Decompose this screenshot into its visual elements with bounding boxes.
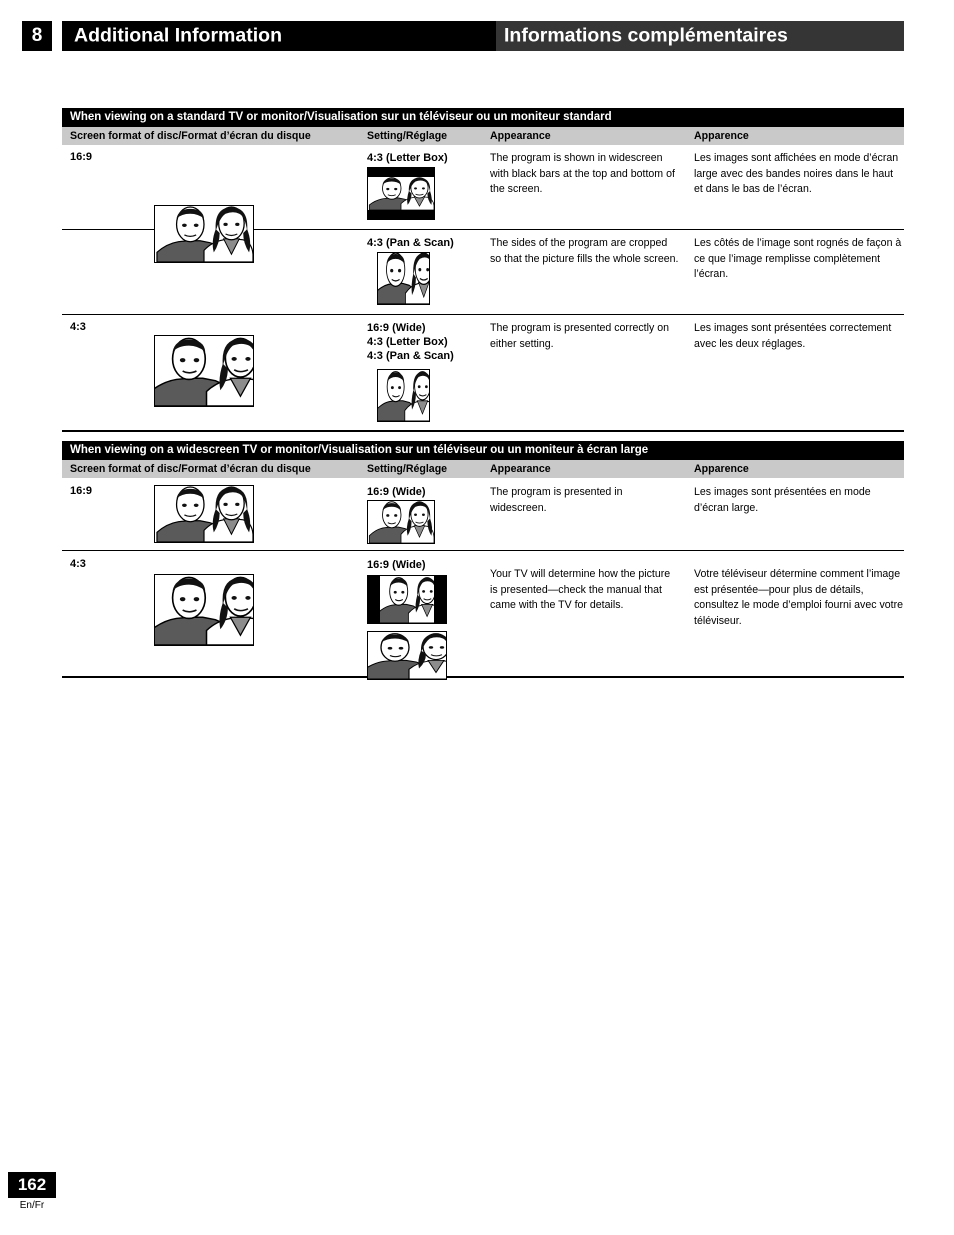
people-illustration: [368, 177, 434, 210]
people-illustration: [155, 486, 253, 542]
format-label: 16:9: [70, 151, 93, 163]
picture-result-stretched: [367, 631, 447, 680]
apparence-text: Les côtés de l’image sont rognés de faço…: [694, 237, 902, 280]
column-header-appearance: Appearance: [490, 130, 551, 142]
table-row: 16:9 4:3 (Letter Box) The program is sho…: [62, 145, 904, 263]
table-widescreen-tv: When viewing on a widescreen TV or monit…: [62, 441, 904, 680]
title-bar-english: Additional Information: [62, 21, 496, 51]
picture-pan-and-scan: [377, 252, 430, 305]
column-header-setting: Setting/Réglage: [367, 463, 448, 475]
setting-label: 16:9 (Wide): [367, 486, 426, 498]
table-row: 4:3 16:9 (Wide) 4:3 (Letter Box) 4:3 (Pa…: [62, 315, 904, 432]
section-band-standard: When viewing on a standard TV or monitor…: [62, 108, 904, 127]
page-title-english: Additional Information: [74, 24, 282, 47]
table-row: 16:9 16:9 (Wide) The program is presente…: [62, 478, 904, 551]
appearance-text: The program is presented in widescreen.: [490, 486, 623, 514]
setting-label: 16:9 (Wide): [367, 559, 426, 571]
setting-label: 4:3 (Pan & Scan): [367, 237, 454, 249]
column-header-row-widescreen: Screen format of disc/Format d’écran du …: [62, 460, 904, 478]
section-band-widescreen: When viewing on a widescreen TV or monit…: [62, 441, 904, 460]
page-language-label: En/Fr: [19, 1200, 45, 1211]
people-illustration: [368, 632, 446, 679]
column-header-apparence: Apparence: [694, 463, 749, 475]
people-illustration: [378, 370, 429, 421]
people-illustration: [368, 501, 434, 543]
page-header: 8 Additional Information Informations co…: [0, 21, 954, 51]
appearance-text: The sides of the program are cropped so …: [490, 237, 679, 265]
setting-label: 4:3 (Letter Box): [367, 152, 448, 164]
column-header-setting: Setting/Réglage: [367, 130, 448, 142]
format-label: 4:3: [70, 558, 86, 570]
column-header-apparence: Apparence: [694, 130, 749, 142]
format-label: 16:9: [70, 485, 93, 497]
page-number-badge: 162: [8, 1172, 56, 1198]
picture-result-pillarbox: [367, 575, 447, 624]
picture-result-4-3: [377, 369, 430, 422]
column-header-format: Screen format of disc/Format d’écran du …: [70, 463, 311, 475]
table-row: 4:3 16:9 (Wide) Your TV will determine h…: [62, 551, 904, 680]
apparence-text: Les images sont présentées en mode d’écr…: [694, 486, 871, 514]
apparence-text: Les images sont affichées en mode d’écra…: [694, 152, 899, 195]
picture-result-widescreen: [367, 500, 435, 544]
page-title-french: Informations complémentaires: [504, 24, 788, 47]
picture-source-4-3: [154, 335, 254, 407]
appearance-text: Your TV will determine how the picture i…: [490, 568, 671, 611]
setting-label-2: 4:3 (Letter Box): [367, 336, 448, 348]
table-row: 4:3 (Pan & Scan) The sides of the progra…: [62, 230, 904, 315]
title-bar-french: Informations complémentaires: [496, 21, 904, 51]
appearance-text: The program is presented correctly on ei…: [490, 322, 669, 350]
table-standard-tv: When viewing on a standard TV or monitor…: [62, 108, 904, 432]
people-illustration: [380, 576, 434, 623]
setting-label-3: 4:3 (Pan & Scan): [367, 350, 454, 362]
appearance-text: The program is shown in widescreen with …: [490, 152, 675, 195]
column-header-row-standard: Screen format of disc/Format d’écran du …: [62, 127, 904, 145]
people-illustration: [378, 253, 429, 304]
chapter-number-badge: 8: [22, 21, 52, 51]
picture-source-4-3: [154, 574, 254, 646]
people-illustration: [155, 336, 253, 406]
column-header-appearance: Appearance: [490, 463, 551, 475]
apparence-text: Votre téléviseur détermine comment l’ima…: [694, 568, 904, 627]
column-header-format: Screen format of disc/Format d’écran du …: [70, 130, 311, 142]
picture-letterbox: [367, 167, 435, 220]
setting-label: 16:9 (Wide): [367, 322, 426, 334]
apparence-text: Les images sont présentées correctement …: [694, 322, 892, 350]
format-label: 4:3: [70, 321, 86, 333]
people-illustration: [155, 575, 253, 645]
picture-source-16-9: [154, 485, 254, 543]
